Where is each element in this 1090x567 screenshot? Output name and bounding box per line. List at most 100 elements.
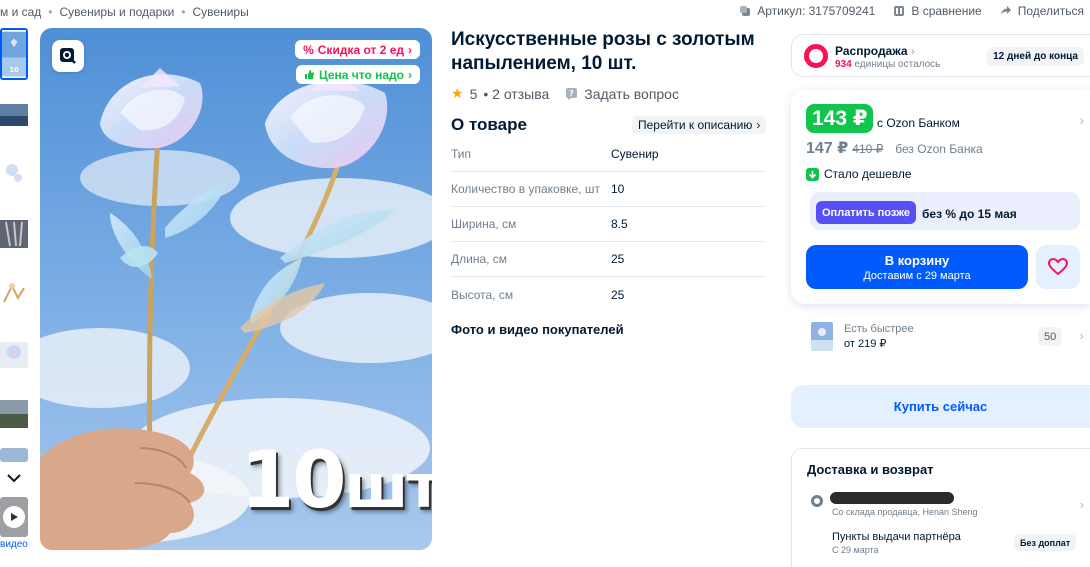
video-preview bbox=[0, 497, 28, 537]
product-page: м и сад • Сувениры и подарки • Сувениры Арти… bbox=[0, 0, 1090, 567]
spec-value: 10 bbox=[611, 182, 625, 196]
spec-row: Ширина, см 8.5 bbox=[451, 207, 765, 242]
thumbnail-7[interactable] bbox=[0, 388, 28, 440]
chevron-down-icon bbox=[7, 474, 21, 483]
thumbnail-6[interactable] bbox=[0, 328, 28, 380]
regular-price-row: 147 ₽ 410 ₽ без Ozon Банка bbox=[806, 138, 983, 158]
favorite-button[interactable] bbox=[1036, 245, 1080, 289]
ask-question-link[interactable]: ? Задать вопрос bbox=[565, 86, 679, 102]
image-search-icon bbox=[60, 48, 76, 64]
reviews-link[interactable]: • 2 отзыва bbox=[483, 86, 549, 102]
breadcrumb-item[interactable]: м и сад bbox=[0, 5, 41, 19]
breadcrumb-item[interactable]: Сувениры и подарки bbox=[60, 5, 175, 19]
about-heading: О товаре bbox=[451, 115, 527, 134]
faster-title: Есть быстрее bbox=[844, 323, 914, 335]
share-button[interactable]: Поделиться bbox=[1000, 4, 1084, 18]
spec-value: 8.5 bbox=[611, 217, 628, 231]
video-label: видео bbox=[0, 539, 28, 550]
thumbnail-5[interactable] bbox=[0, 268, 28, 320]
share-icon bbox=[1000, 6, 1011, 15]
breadcrumb-item[interactable]: Сувениры bbox=[193, 5, 249, 19]
chevron-right-icon[interactable]: › bbox=[1080, 497, 1084, 512]
thumbnail-2[interactable] bbox=[0, 88, 28, 140]
heart-icon bbox=[1048, 258, 1068, 276]
regular-price-label: без Ozon Банка bbox=[895, 142, 983, 156]
chevron-right-icon: › bbox=[756, 118, 761, 132]
image-search-button[interactable] bbox=[52, 40, 84, 72]
chevron-right-icon: › bbox=[408, 67, 412, 82]
goto-description-button[interactable]: Перейти к описанию › bbox=[632, 116, 767, 134]
copy-icon bbox=[740, 6, 751, 16]
chevron-right-icon: › bbox=[408, 42, 412, 57]
pickup-points-title[interactable]: Пункты выдачи партнёра bbox=[832, 531, 961, 543]
faster-count-badge: 50 bbox=[1038, 327, 1063, 346]
spec-value: 25 bbox=[611, 252, 625, 266]
sale-days-badge: 12 дней до конца bbox=[987, 47, 1084, 66]
old-price: 410 ₽ bbox=[852, 142, 884, 156]
faster-offer[interactable]: Есть быстрее от 219 ₽ 50 › bbox=[791, 312, 1090, 360]
spec-key: Длина, см bbox=[451, 252, 508, 266]
thumbnail-image bbox=[0, 448, 28, 462]
sale-title: Распродажа › bbox=[835, 44, 915, 58]
delivery-card: Доставка и возврат Со склада продавца, H… bbox=[791, 448, 1090, 567]
thumbnail-image bbox=[0, 208, 28, 260]
sale-card[interactable]: Распродажа › 934 единицы осталось 12 дне… bbox=[791, 34, 1090, 77]
spec-row: Тип Сувенир bbox=[451, 137, 765, 172]
no-extra-fee-badge: Без доплат bbox=[1014, 534, 1077, 551]
offer-thumbnail bbox=[811, 322, 833, 351]
spec-key: Количество в упаковке, шт bbox=[451, 182, 600, 196]
thumbnails-more-button[interactable] bbox=[0, 470, 28, 486]
product-title: Искусственные розы с золотым напылением,… bbox=[451, 29, 755, 74]
thumbnail-image bbox=[0, 328, 28, 380]
discount-badge[interactable]: % Скидка от 2 ед › bbox=[295, 40, 420, 59]
play-icon bbox=[3, 506, 25, 528]
svg-text:10: 10 bbox=[9, 66, 19, 74]
article-number[interactable]: Артикул: 3175709241 bbox=[739, 4, 875, 18]
add-to-cart-button[interactable]: В корзину Доставим с 29 марта bbox=[806, 245, 1028, 289]
svg-text:?: ? bbox=[569, 89, 574, 98]
faster-price: от 219 ₽ bbox=[844, 338, 887, 350]
thumbnail-image: 10 bbox=[2, 31, 26, 77]
thumbnail-image bbox=[0, 388, 28, 440]
chevron-right-icon[interactable]: › bbox=[1079, 112, 1084, 128]
pickup-points-date: С 29 марта bbox=[832, 545, 879, 555]
thumbnail-3[interactable] bbox=[0, 148, 28, 200]
compare-button[interactable]: В сравнение bbox=[893, 4, 982, 18]
video-thumbnail[interactable]: видео bbox=[0, 497, 30, 550]
good-price-badge[interactable]: Цена что надо › bbox=[295, 65, 420, 84]
buy-now-button[interactable]: Купить сейчас bbox=[791, 385, 1090, 428]
breadcrumb: м и сад • Сувениры и подарки • Сувениры bbox=[0, 5, 249, 19]
compare-icon bbox=[894, 6, 905, 16]
thumbnail-1[interactable]: 10 bbox=[0, 28, 28, 80]
spec-value: 25 bbox=[611, 287, 625, 302]
thumbnail-strip: 10 bbox=[0, 28, 30, 486]
customer-photos-heading: Фото и видео покупателей bbox=[451, 322, 624, 337]
breadcrumb-separator: • bbox=[48, 5, 53, 19]
spec-value: Сувенир bbox=[611, 147, 659, 161]
question-icon: ? bbox=[566, 88, 578, 100]
ozon-card-label: с Ozon Банком bbox=[877, 116, 960, 130]
main-product-image[interactable]: % Скидка от 2 ед › Цена что надо › 10шт bbox=[40, 28, 432, 550]
spec-row: Количество в упаковке, шт 10 bbox=[451, 172, 765, 207]
regular-price: 147 ₽ bbox=[806, 140, 849, 157]
thumbnail-4[interactable] bbox=[0, 208, 28, 260]
address-redacted[interactable] bbox=[830, 492, 954, 504]
specs-table: Тип Сувенир Количество в упаковке, шт 10… bbox=[451, 137, 765, 312]
breadcrumb-separator: • bbox=[181, 5, 186, 19]
thumbnail-image bbox=[0, 88, 28, 140]
pay-later-text: без % до 15 мая bbox=[922, 207, 1017, 221]
spec-row: Высота, см 25 bbox=[451, 277, 765, 312]
spec-key: Ширина, см bbox=[451, 217, 517, 231]
rating-value[interactable]: 5 bbox=[470, 86, 478, 102]
star-icon: ★ bbox=[451, 85, 464, 101]
ozon-card-price[interactable]: 143 ₽ bbox=[806, 104, 874, 133]
rating-row: ★ 5 • 2 отзыва ? Задать вопрос bbox=[451, 85, 679, 102]
quantity-overlay: 10шт bbox=[240, 436, 432, 526]
arrow-down-icon bbox=[806, 167, 819, 181]
spec-key: Высота, см bbox=[451, 287, 514, 302]
thumbnail-8[interactable] bbox=[0, 448, 28, 462]
location-pin-icon bbox=[811, 495, 823, 507]
pay-later-button[interactable]: Оплатить позже bbox=[816, 201, 916, 224]
price-drop-row[interactable]: Стало дешевле bbox=[806, 167, 912, 181]
chevron-right-icon: › bbox=[1079, 328, 1084, 343]
